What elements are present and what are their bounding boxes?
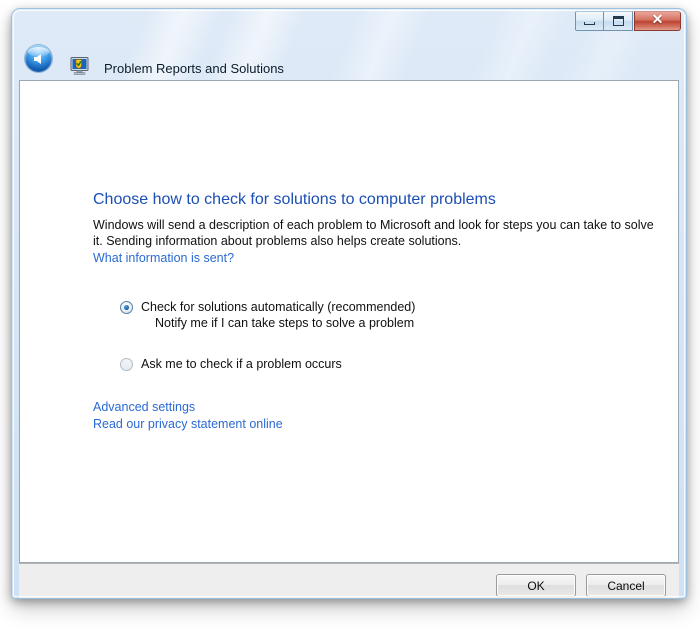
- radio-automatic[interactable]: [120, 301, 133, 314]
- content-panel: Choose how to check for solutions to com…: [19, 80, 679, 563]
- option-automatic[interactable]: Check for solutions automatically (recom…: [120, 299, 415, 331]
- ok-button[interactable]: OK: [496, 574, 576, 597]
- advanced-settings-link[interactable]: Advanced settings: [93, 399, 195, 416]
- maximize-button[interactable]: [604, 11, 633, 31]
- minimize-icon: [584, 22, 595, 25]
- footer-buttons: OK Cancel: [496, 574, 666, 597]
- problem-reports-icon: [70, 57, 90, 75]
- option-ask-me-text: Ask me to check if a problem occurs: [141, 356, 342, 372]
- close-button[interactable]: ✕: [634, 11, 681, 31]
- solution-check-options: Check for solutions automatically (recom…: [120, 299, 415, 372]
- option-automatic-text: Check for solutions automatically (recom…: [141, 299, 415, 331]
- window-title: Problem Reports and Solutions: [104, 61, 284, 76]
- close-icon: ✕: [651, 13, 664, 28]
- bottom-links: Advanced settings Read our privacy state…: [93, 399, 283, 433]
- option-automatic-sublabel: Notify me if I can take steps to solve a…: [155, 316, 415, 330]
- option-ask-me-label: Ask me to check if a problem occurs: [141, 357, 342, 371]
- radio-ask-me[interactable]: [120, 358, 133, 371]
- maximize-icon: [612, 16, 624, 26]
- page-title: Choose how to check for solutions to com…: [93, 191, 496, 208]
- cancel-button[interactable]: Cancel: [586, 574, 666, 597]
- dialog-footer: OK Cancel: [19, 563, 679, 598]
- titlebar[interactable]: ✕ Problem Reports and Solutions: [12, 9, 686, 79]
- what-information-is-sent-link[interactable]: What information is sent?: [93, 251, 234, 265]
- back-arrow-icon: [33, 53, 41, 64]
- dialog-window: ✕ Problem Reports and Solutions Choose h…: [12, 9, 686, 598]
- minimize-button[interactable]: [575, 11, 604, 31]
- option-ask-me[interactable]: Ask me to check if a problem occurs: [120, 356, 415, 372]
- description-text: Windows will send a description of each …: [93, 218, 654, 248]
- privacy-statement-link[interactable]: Read our privacy statement online: [93, 416, 283, 433]
- option-automatic-label: Check for solutions automatically (recom…: [141, 300, 416, 314]
- back-button[interactable]: [25, 45, 52, 72]
- window-controls: ✕: [575, 11, 681, 31]
